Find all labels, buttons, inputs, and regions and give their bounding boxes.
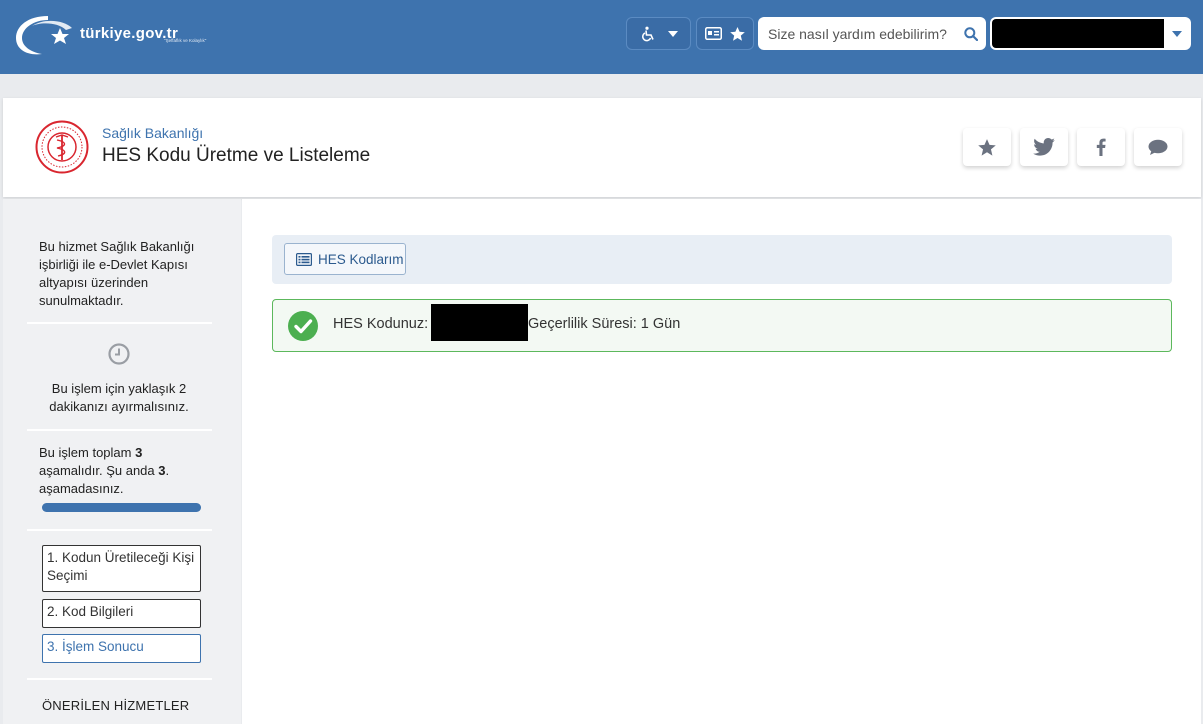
feedback-button[interactable] [1134, 128, 1182, 166]
duration-text: Bu işlem için yaklaşık 2 dakikanızı ayır… [49, 381, 189, 414]
validity-text: Geçerlilik Süresi: 1 Gün [528, 316, 681, 332]
sidebar-divider [27, 429, 212, 431]
my-hes-codes-label: HES Kodlarım [318, 251, 404, 267]
ministry-name[interactable]: Sağlık Bakanlığı [102, 125, 203, 141]
wheelchair-icon [641, 26, 654, 41]
stage-total: 3 [135, 445, 143, 460]
comment-icon [1148, 139, 1168, 155]
step-2-code-info[interactable]: 2. Kod Bilgileri [42, 599, 201, 628]
clock-icon [108, 343, 130, 365]
user-menu-caret[interactable] [1164, 30, 1189, 37]
crescent-star-icon [16, 16, 72, 55]
top-header: türkiye.gov.tr "Şeffaflık ve Kolaylık" S… [0, 0, 1203, 74]
sidebar-divider [27, 529, 212, 531]
stage-progress-bar [42, 503, 201, 512]
step-3-result[interactable]: 3. İşlem Sonucu [42, 634, 201, 663]
chevron-down-icon [1171, 30, 1182, 37]
service-intro-text: Bu hizmet Sağlık Bakanlığı işbirliği ile… [39, 239, 195, 308]
star-icon [730, 26, 745, 41]
stage-prefix: Bu işlem toplam [39, 445, 136, 460]
facebook-icon [1096, 138, 1106, 156]
logo-tagline: "Şeffaflık ve Kolaylık" [164, 38, 207, 43]
search-icon[interactable] [964, 26, 978, 41]
star-icon [978, 138, 996, 156]
search-box[interactable]: Size nasıl yardım edebilirim? [758, 17, 986, 50]
step-1-person-selection[interactable]: 1. Kodun Üretileceği Kişi Seçimi [42, 545, 201, 592]
service-title-card: Sağlık Bakanlığı HES Kodu Üretme ve List… [3, 98, 1201, 197]
add-favorite-button[interactable] [963, 128, 1011, 166]
ministry-seal-logo [35, 120, 89, 174]
share-facebook-button[interactable] [1077, 128, 1125, 166]
check-circle-icon [288, 311, 318, 341]
twitter-icon [1033, 138, 1055, 156]
turkiye-gov-logo[interactable]: türkiye.gov.tr "Şeffaflık ve Kolaylık" [14, 12, 219, 58]
user-name-redacted [992, 19, 1164, 48]
user-menu[interactable] [990, 17, 1191, 50]
list-icon [296, 252, 312, 266]
hes-code-value-redacted [431, 304, 528, 341]
hes-code-label: HES Kodunuz: [333, 316, 429, 332]
recommended-services-heading: ÖNERİLEN HİZMETLER [42, 698, 190, 713]
my-hes-codes-button[interactable]: HES Kodlarım [284, 243, 406, 275]
action-toolbar [272, 235, 1172, 284]
stage-mid: aşamalıdır. Şu anda [39, 463, 159, 478]
id-card-icon [705, 27, 722, 40]
share-twitter-button[interactable] [1020, 128, 1068, 166]
search-input[interactable]: Size nasıl yardım edebilirim? [768, 26, 964, 42]
chevron-down-icon [667, 30, 678, 37]
sidebar-divider [27, 322, 212, 324]
page-title: HES Kodu Üretme ve Listeleme [102, 145, 371, 166]
accessibility-menu-button[interactable] [626, 17, 691, 50]
stage-info-text: Bu işlem toplam 3 aşamalıdır. Şu anda 3.… [39, 444, 199, 498]
edevlet-card-favorites-button[interactable] [696, 17, 754, 50]
sidebar-divider [27, 678, 212, 680]
